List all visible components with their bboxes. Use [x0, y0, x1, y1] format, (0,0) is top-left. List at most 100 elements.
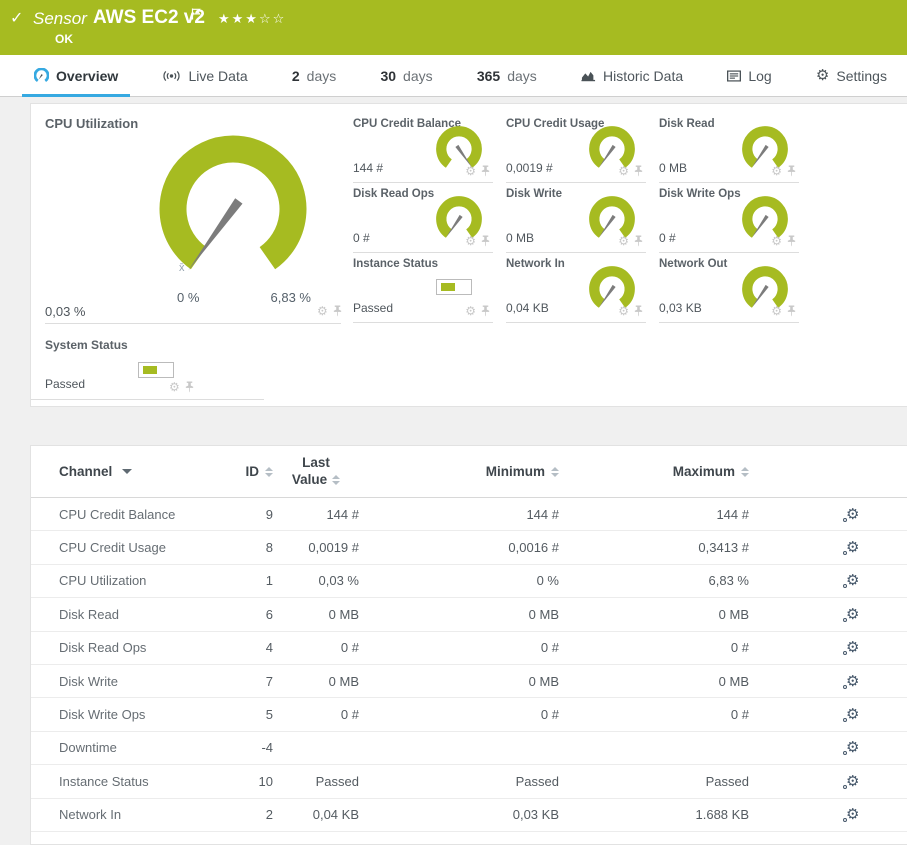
pin-icon[interactable]: [633, 235, 644, 247]
pin-icon[interactable]: [786, 165, 797, 177]
tab-30-days[interactable]: 30 days: [368, 55, 444, 96]
channel-name[interactable]: Disk Read: [59, 607, 219, 622]
channel-gauge-value: 144 #: [353, 161, 384, 175]
channel-id: 2: [265, 807, 273, 823]
priority-stars[interactable]: ★★★☆☆: [218, 11, 286, 27]
pin-icon[interactable]: [332, 305, 343, 317]
gear-icon[interactable]: ⚙: [169, 381, 180, 393]
sort-icon[interactable]: [551, 466, 559, 477]
channel-name[interactable]: Instance Status: [59, 774, 219, 789]
channel-gauge-value: 0,04 KB: [506, 301, 549, 315]
channel-last-value: 0,0019 #: [308, 540, 359, 556]
stars-filled[interactable]: ★★★: [218, 11, 259, 26]
column-header-id[interactable]: ID: [219, 464, 273, 479]
channel-gauge-value: 0,0019 #: [506, 161, 553, 175]
channel-settings-icon[interactable]: ⚙: [843, 540, 859, 556]
pin-icon[interactable]: [184, 381, 195, 393]
tab-label: days: [403, 67, 433, 84]
channel-settings-icon[interactable]: ⚙: [843, 740, 859, 756]
channel-settings-icon[interactable]: ⚙: [843, 607, 859, 622]
stars-empty[interactable]: ☆☆: [259, 11, 286, 26]
pin-icon[interactable]: [633, 305, 644, 317]
channel-gauge-value: 0,03 KB: [659, 301, 702, 315]
channel-minimum: Passed: [515, 773, 559, 789]
tab-label: Overview: [56, 67, 119, 84]
channel-name[interactable]: Disk Write: [59, 674, 219, 689]
gauge-needle: [752, 144, 769, 168]
object-kind-label: Sensor: [33, 9, 87, 28]
channel-maximum: 1.688 KB: [695, 807, 750, 823]
channel-gauge-title: System Status: [45, 338, 128, 352]
gear-icon[interactable]: ⚙: [771, 165, 782, 177]
channel-gauge-title: Disk Write Ops: [659, 188, 741, 200]
pin-icon[interactable]: [480, 305, 491, 317]
sensor-titlebar: ✓ Sensor AWS EC2 v2 ★★★☆☆ OK: [0, 0, 907, 55]
channel-settings-icon[interactable]: ⚙: [843, 674, 859, 689]
gauge-needle: [188, 198, 243, 271]
gear-icon[interactable]: ⚙: [465, 165, 476, 177]
system-status-panel: System Status Passed ⚙: [31, 332, 264, 400]
tab-historic-data[interactable]: Historic Data: [569, 55, 695, 96]
channel-name[interactable]: CPU Credit Balance: [59, 507, 219, 522]
channel-settings-icon[interactable]: ⚙: [843, 640, 859, 656]
pin-icon[interactable]: [786, 235, 797, 247]
gear-icon: ⚙: [815, 67, 830, 84]
gauge-min-label: 0 %: [177, 290, 200, 305]
gear-icon[interactable]: ⚙: [771, 235, 782, 247]
mini-gauge-panel: Network In 0,04 KB ⚙: [506, 253, 646, 323]
gauge-needle: [752, 284, 769, 308]
channel-last-value: 0,04 KB: [312, 807, 359, 823]
channel-settings-icon[interactable]: ⚙: [843, 573, 859, 589]
channel-minimum: 0 #: [540, 707, 559, 723]
channel-settings-icon[interactable]: ⚙: [843, 707, 859, 723]
tab-settings[interactable]: ⚙ Settings: [804, 55, 899, 96]
mini-panel-grid: CPU Credit Balance 144 # ⚙ CPU Credit Us…: [353, 113, 812, 323]
pin-icon[interactable]: [480, 165, 491, 177]
column-header-channel[interactable]: Channel: [59, 464, 219, 479]
channel-name[interactable]: Disk Read Ops: [59, 640, 219, 655]
flag-icon[interactable]: [191, 8, 201, 20]
sort-icon[interactable]: [332, 475, 341, 486]
sort-icon[interactable]: [741, 466, 749, 477]
table-row: Downtime -4 ⚙: [31, 732, 907, 766]
channel-name[interactable]: Disk Write Ops: [59, 707, 219, 722]
tab-log[interactable]: Log: [715, 55, 783, 96]
channel-name[interactable]: Network In: [59, 807, 219, 822]
tab-overview[interactable]: Overview: [22, 55, 131, 97]
channel-minimum: 0,03 KB: [512, 807, 559, 823]
gear-icon[interactable]: ⚙: [771, 305, 782, 317]
tab-2-days[interactable]: 2 days: [280, 55, 348, 96]
channel-gauge-value: 0 #: [659, 231, 676, 245]
panel-icons: ⚙: [771, 165, 797, 177]
gear-icon[interactable]: ⚙: [465, 235, 476, 247]
channel-gauge-title: Instance Status: [353, 258, 438, 270]
panel-icons: ⚙: [465, 235, 491, 247]
pin-icon[interactable]: [480, 235, 491, 247]
channel-settings-icon[interactable]: ⚙: [843, 807, 859, 823]
table-header-row: Channel ID Last Value Minimum Maximum: [31, 446, 907, 498]
tab-365-days[interactable]: 365 days: [465, 55, 549, 96]
gear-icon[interactable]: ⚙: [618, 165, 629, 177]
gear-icon[interactable]: ⚙: [618, 235, 629, 247]
sort-caret-icon[interactable]: [122, 469, 133, 474]
column-header-maximum[interactable]: Maximum: [559, 464, 749, 479]
channel-gauge-title: Network Out: [659, 258, 728, 270]
column-header-minimum[interactable]: Minimum: [359, 464, 559, 479]
channel-settings-icon[interactable]: ⚙: [843, 774, 859, 789]
gear-icon[interactable]: ⚙: [465, 305, 476, 317]
channel-settings-icon[interactable]: ⚙: [843, 507, 859, 522]
channel-gauge-value: 0 #: [353, 231, 370, 245]
channel-last-value: 0,03 %: [318, 573, 359, 589]
pin-icon[interactable]: [633, 165, 644, 177]
pin-icon[interactable]: [786, 305, 797, 317]
gear-icon[interactable]: ⚙: [317, 305, 328, 317]
sort-icon[interactable]: [265, 466, 273, 477]
gear-icon[interactable]: ⚙: [618, 305, 629, 317]
channel-last-value: Passed: [315, 773, 359, 789]
channel-name[interactable]: CPU Credit Usage: [59, 540, 219, 555]
column-header-last-value[interactable]: Last Value: [273, 455, 359, 488]
channel-name[interactable]: CPU Utilization: [59, 573, 219, 588]
tab-live-data[interactable]: Live Data: [150, 55, 259, 96]
primary-gauge-title: CPU Utilization: [45, 116, 139, 131]
channel-name[interactable]: Downtime: [59, 740, 219, 755]
